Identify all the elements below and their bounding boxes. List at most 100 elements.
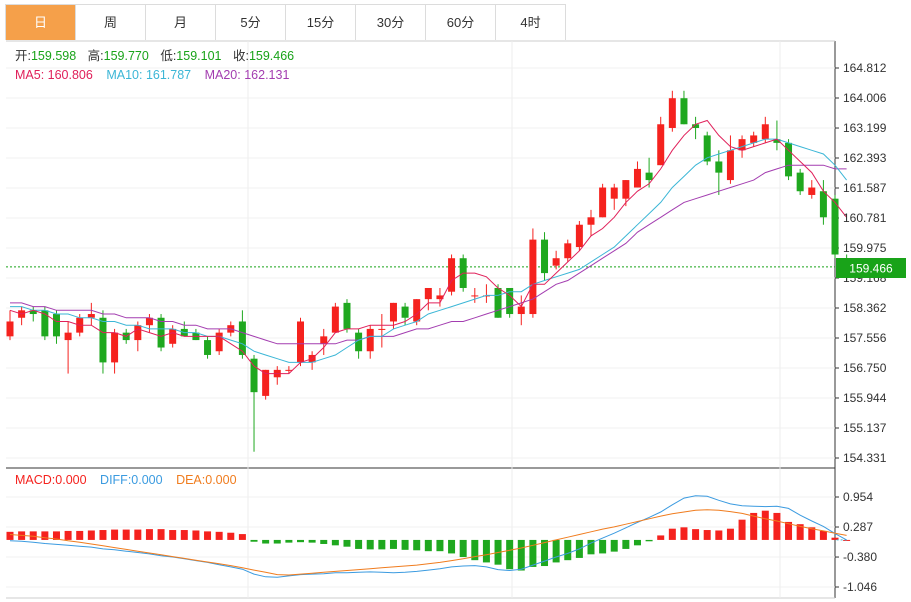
- candle: [41, 306, 49, 341]
- macd-bar: [668, 528, 676, 540]
- macd-bar: [599, 539, 607, 554]
- candle-body: [99, 317, 107, 363]
- low-value: 159.101: [176, 49, 221, 63]
- candle: [785, 139, 793, 181]
- candle: [262, 369, 270, 400]
- macd-bar: [529, 539, 537, 567]
- candle-body: [633, 168, 641, 188]
- candle: [320, 328, 328, 355]
- macd-bar: [506, 539, 514, 570]
- candle: [773, 120, 781, 151]
- macd-bar: [204, 531, 212, 540]
- macd-tick-label: 0.954: [843, 490, 873, 504]
- candle-body: [819, 191, 827, 218]
- price-tick-label: 155.944: [843, 391, 887, 405]
- candle-body: [134, 325, 142, 341]
- macd-bar: [285, 539, 293, 543]
- candle: [575, 221, 583, 251]
- macd-axis-labels: 0.954 0.287 -0.380 -1.046: [843, 490, 877, 594]
- macd-bar: [819, 530, 827, 540]
- candle: [668, 90, 676, 132]
- candle: [610, 183, 618, 210]
- ma-info: MA5: 160.806 MA10: 161.787 MA20: 162.131: [15, 68, 289, 82]
- candle: [87, 302, 95, 326]
- price-tick-label: 160.781: [843, 211, 887, 225]
- macd-bar: [773, 512, 781, 540]
- macd-bar: [64, 530, 72, 540]
- candle-body: [111, 332, 119, 363]
- candle-body: [424, 287, 432, 300]
- macd-bar: [6, 531, 14, 540]
- macd-tick-label: -0.380: [843, 550, 877, 564]
- macd-bar: [738, 519, 746, 540]
- macd-bar: [273, 539, 281, 544]
- macd-bar: [517, 539, 525, 571]
- candle: [273, 366, 281, 385]
- macd-bar: [633, 539, 641, 546]
- macd-bar: [436, 539, 444, 552]
- candle: [145, 314, 153, 333]
- close-label: 收:: [233, 49, 249, 63]
- diff-legend: DIFF:0.000: [100, 473, 163, 487]
- candle-body: [831, 198, 839, 255]
- macd-bar: [401, 539, 409, 550]
- diff-value: 0.000: [131, 473, 162, 487]
- price-tick-label: 156.750: [843, 361, 887, 375]
- macd-bar: [366, 539, 374, 550]
- candle: [366, 325, 374, 359]
- price-tick-label: 159.975: [843, 241, 887, 255]
- candle: [703, 131, 711, 166]
- candle: [297, 317, 304, 367]
- candle-body: [517, 306, 525, 315]
- macd-bar: [180, 530, 188, 540]
- macd-bar: [610, 539, 618, 552]
- macd-tick-label: -1.046: [843, 580, 877, 594]
- candle: [331, 302, 339, 333]
- dea-label: DEA:: [176, 473, 205, 487]
- candle-body: [297, 321, 304, 363]
- macd-bar: [622, 539, 630, 549]
- price-tick-label: 161.587: [843, 181, 887, 195]
- macd-bar: [413, 539, 421, 551]
- macd-bar: [227, 532, 235, 540]
- candle-body: [599, 187, 607, 218]
- open-value: 159.598: [31, 49, 76, 63]
- price-tick-label: 154.331: [843, 451, 887, 465]
- candle-body: [668, 98, 676, 128]
- candle: [378, 314, 386, 348]
- ma20-legend: MA20: 162.131: [205, 68, 290, 82]
- kline-chart[interactable]: 164.812 164.006 163.199 162.393 161.587 160.7…: [0, 0, 911, 602]
- candle-body: [541, 239, 549, 274]
- candle-body: [680, 98, 688, 125]
- candle: [796, 168, 804, 195]
- candle-body: [738, 139, 746, 151]
- ohlc-info: 开:159.598 高:159.770 低:159.101 收:159.466: [15, 48, 294, 63]
- macd-bar: [87, 530, 95, 540]
- candle: [808, 180, 816, 199]
- candle: [250, 354, 258, 452]
- macd-bar: [657, 535, 665, 540]
- candle: [180, 321, 188, 337]
- macd-bar: [564, 539, 572, 561]
- price-tick-label: 164.812: [843, 61, 887, 75]
- price-tick-label: 155.137: [843, 421, 887, 435]
- macd-bar: [726, 528, 734, 540]
- candle: [192, 328, 200, 341]
- macd-bar: [192, 530, 200, 540]
- candle-body: [320, 336, 328, 344]
- macd-bar: [703, 530, 711, 540]
- macd-bar: [459, 539, 467, 558]
- price-tick-label: 164.006: [843, 91, 887, 105]
- candle: [680, 90, 688, 125]
- candle: [541, 232, 549, 281]
- candle-body: [169, 328, 177, 344]
- ma20-label: MA20:: [205, 68, 245, 82]
- macd-bar: [99, 530, 107, 540]
- candle-body: [401, 306, 409, 318]
- macd-bar: [448, 539, 456, 554]
- ma10-label: MA10:: [106, 68, 146, 82]
- macd-bar: [169, 530, 177, 540]
- candle-body: [657, 124, 665, 166]
- candle: [482, 284, 490, 303]
- dea-value: 0.000: [205, 473, 236, 487]
